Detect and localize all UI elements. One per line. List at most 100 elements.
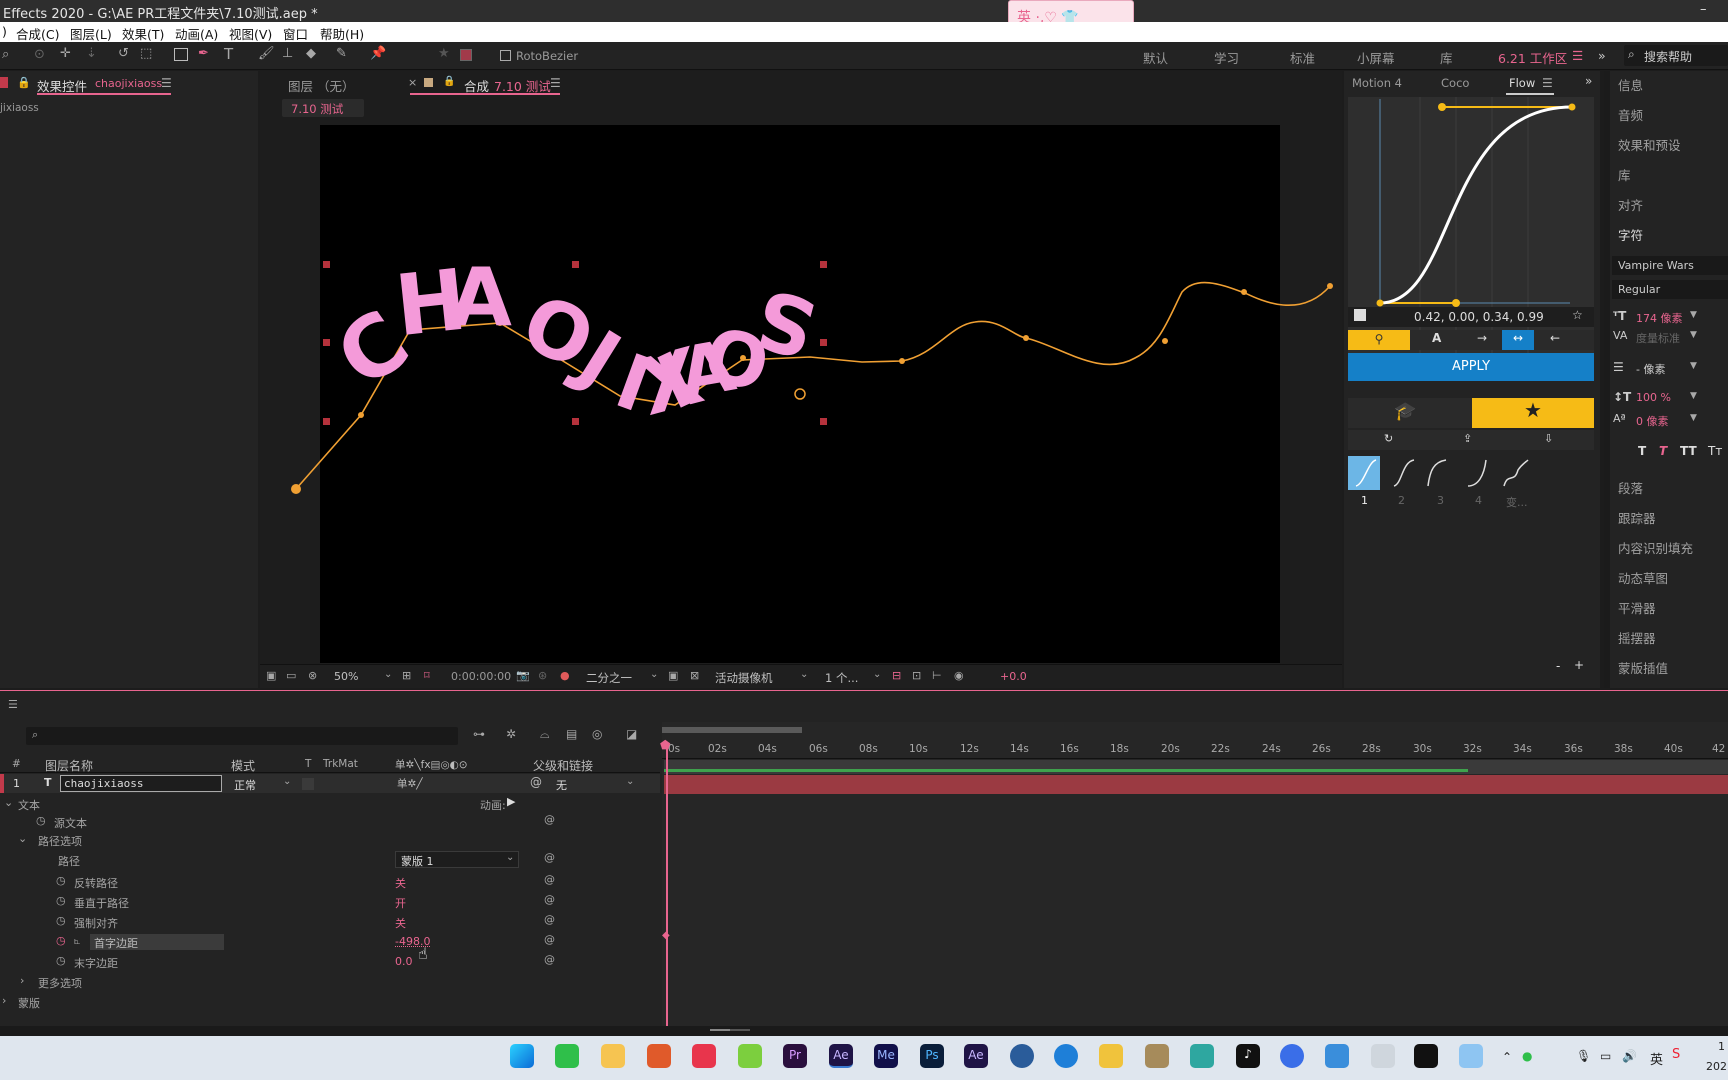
expression-icon[interactable]: @ — [544, 933, 555, 946]
prop-path[interactable]: 路径 蒙版 1 ⌄ @ — [0, 851, 660, 869]
tab-motion4[interactable]: Motion 4 — [1352, 76, 1402, 90]
curve-values[interactable]: 0.42, 0.00, 0.34, 0.99 — [1414, 310, 1544, 324]
show-snapshot-icon[interactable]: ⊛ — [538, 669, 547, 682]
small-caps-button[interactable]: Tт — [1708, 444, 1722, 458]
col-mode[interactable]: 模式 — [231, 757, 255, 774]
path-vertex[interactable] — [1241, 289, 1247, 295]
channel-icon[interactable]: ● — [560, 669, 570, 682]
preserve-transparency-toggle[interactable] — [302, 778, 314, 790]
tab-flow[interactable]: Flow — [1509, 76, 1535, 90]
path-vertex[interactable] — [1162, 338, 1168, 344]
exposure-icon[interactable]: ◉ — [954, 669, 964, 682]
stopwatch-icon[interactable]: ◷ — [56, 954, 66, 967]
expression-icon[interactable]: @ — [544, 851, 555, 864]
draft-3d-icon[interactable]: ✲ — [506, 727, 516, 741]
timeline-menu-icon[interactable]: ☰ — [8, 698, 18, 711]
keyframe-icon[interactable]: ◆ — [662, 930, 670, 941]
anchor-point-icon[interactable] — [794, 388, 806, 400]
expression-icon[interactable]: @ — [544, 893, 555, 906]
reset-exposure-icon[interactable]: ⊟ — [892, 669, 901, 682]
mask-view-icon[interactable]: ⊗ — [308, 669, 317, 682]
app-icon[interactable] — [1145, 1044, 1169, 1068]
collapse-chevron-icon[interactable]: › — [2, 994, 6, 1007]
col-parent[interactable]: 父级和链接 — [533, 757, 593, 774]
panel-tracker[interactable]: 跟踪器 — [1618, 508, 1656, 527]
cube-app-icon[interactable] — [1325, 1044, 1349, 1068]
expand-chevron-icon[interactable]: ⌄ — [4, 796, 13, 809]
tray-chevron-icon[interactable]: ⌃ — [1502, 1050, 1512, 1064]
collapse-chevron-icon[interactable]: › — [20, 974, 24, 987]
prop-force-alignment[interactable]: ◷ 强制对齐 关 @ — [0, 913, 660, 931]
stopwatch-icon[interactable]: ◷ — [56, 894, 66, 907]
current-time-indicator[interactable] — [666, 742, 668, 1032]
stopwatch-icon[interactable]: ◷ — [56, 914, 66, 927]
network-app-icon[interactable] — [1459, 1044, 1483, 1068]
prop-perpendicular-to-path[interactable]: ◷ 垂直于路径 开 @ — [0, 893, 660, 911]
panel-audio[interactable]: 音频 — [1618, 105, 1643, 124]
tab-coco[interactable]: Coco — [1441, 76, 1469, 90]
panel-library[interactable]: 库 — [1618, 165, 1631, 184]
panel-align[interactable]: 对齐 — [1618, 195, 1643, 214]
media-encoder-icon[interactable]: Me — [874, 1044, 898, 1068]
wechat-icon[interactable] — [555, 1044, 579, 1068]
tray-mic-icon[interactable]: 🎙 — [1576, 1049, 1591, 1063]
expression-icon[interactable]: @ — [544, 873, 555, 886]
favorite-star-icon[interactable]: ☆ — [1572, 308, 1583, 322]
photo-app-icon[interactable] — [738, 1044, 762, 1068]
tray-volume-icon[interactable]: 🔊 — [1622, 1049, 1637, 1063]
netease-music-icon[interactable] — [692, 1044, 716, 1068]
views-select[interactable]: 1 个... — [825, 670, 858, 686]
leading-field[interactable]: - 像素 — [1636, 361, 1665, 377]
path-vertex[interactable] — [358, 412, 364, 418]
refresh-icon[interactable]: ↻ — [1384, 432, 1393, 445]
c4d-icon[interactable] — [1010, 1044, 1034, 1068]
prop-text[interactable]: ⌄ 文本 动画: ▶ — [0, 795, 660, 813]
camera-select[interactable]: 活动摄像机 — [715, 670, 773, 686]
learn-icon[interactable]: 🎓 — [1394, 401, 1416, 422]
upload-icon[interactable]: ⇪ — [1463, 432, 1472, 445]
shy-layers-icon[interactable]: ⌓ — [540, 727, 550, 742]
path-vertex[interactable] — [291, 484, 301, 494]
flowchart-icon[interactable]: ⊢ — [932, 669, 942, 682]
transparency-grid-icon[interactable]: ⊠ — [690, 669, 699, 682]
font-style-select[interactable]: Regular — [1612, 280, 1728, 299]
layer-mode-select[interactable]: 正常 — [234, 777, 256, 793]
preset-curves[interactable] — [1348, 456, 1538, 490]
grammarly-icon[interactable] — [647, 1044, 671, 1068]
always-preview-icon[interactable]: ▣ — [266, 669, 276, 682]
graph-editor-icon[interactable]: ◪ — [626, 727, 637, 741]
arrow-both-icon[interactable]: ↔ — [1502, 330, 1534, 350]
prop-source-text[interactable]: ◷ 源文本 @ — [0, 813, 660, 831]
capcut-icon[interactable] — [1414, 1044, 1438, 1068]
arrow-right-icon[interactable]: → — [1477, 331, 1487, 345]
panel-info[interactable]: 信息 — [1618, 75, 1643, 94]
stopwatch-icon[interactable]: ◷ — [36, 814, 46, 827]
panel-mask-interpolation[interactable]: 蒙版插值 — [1618, 658, 1668, 677]
timeline-search-input[interactable]: ⌕ — [26, 727, 458, 745]
pickwhip-icon[interactable]: @ — [530, 775, 542, 789]
stopwatch-icon[interactable]: ◷ — [56, 874, 66, 887]
motion-blur-icon[interactable]: ◎ — [592, 727, 602, 741]
zoom-select[interactable]: 50% — [334, 670, 358, 683]
layer-switches[interactable]: 单✲╱ — [397, 776, 423, 791]
after-effects-2-icon[interactable]: Ae — [964, 1044, 988, 1068]
prop-reverse-path[interactable]: ◷ 反转路径 关 @ — [0, 873, 660, 891]
all-caps-button[interactable]: TT — [1680, 444, 1697, 458]
photoshop-icon[interactable]: Ps — [920, 1044, 944, 1068]
faux-bold-button[interactable]: T — [1638, 444, 1646, 458]
expression-icon[interactable]: @ — [544, 813, 555, 826]
graph-icon[interactable]: ⦜ — [74, 934, 80, 948]
region-icon[interactable]: ⌑ — [424, 669, 430, 682]
expand-chevron-icon[interactable]: ⌄ — [18, 832, 27, 845]
prop-path-options[interactable]: ⌄ 路径选项 — [0, 831, 660, 849]
arrow-left-icon[interactable]: ← — [1550, 331, 1560, 345]
prop-more-options[interactable]: › 更多选项 — [0, 973, 660, 991]
font-family-select[interactable]: Vampire Wars — [1612, 256, 1728, 275]
kerning-field[interactable]: 度量标准 — [1636, 330, 1680, 346]
browser-icon[interactable] — [1054, 1044, 1078, 1068]
timeline-link-icon[interactable]: ⊡ — [912, 669, 921, 682]
path-vertex[interactable] — [899, 358, 905, 364]
tray-wechat-icon[interactable]: ● — [1522, 1049, 1532, 1063]
stopwatch-active-icon[interactable]: ◷ — [56, 934, 66, 947]
layer-name-field[interactable]: chaojixiaoss — [60, 775, 222, 792]
